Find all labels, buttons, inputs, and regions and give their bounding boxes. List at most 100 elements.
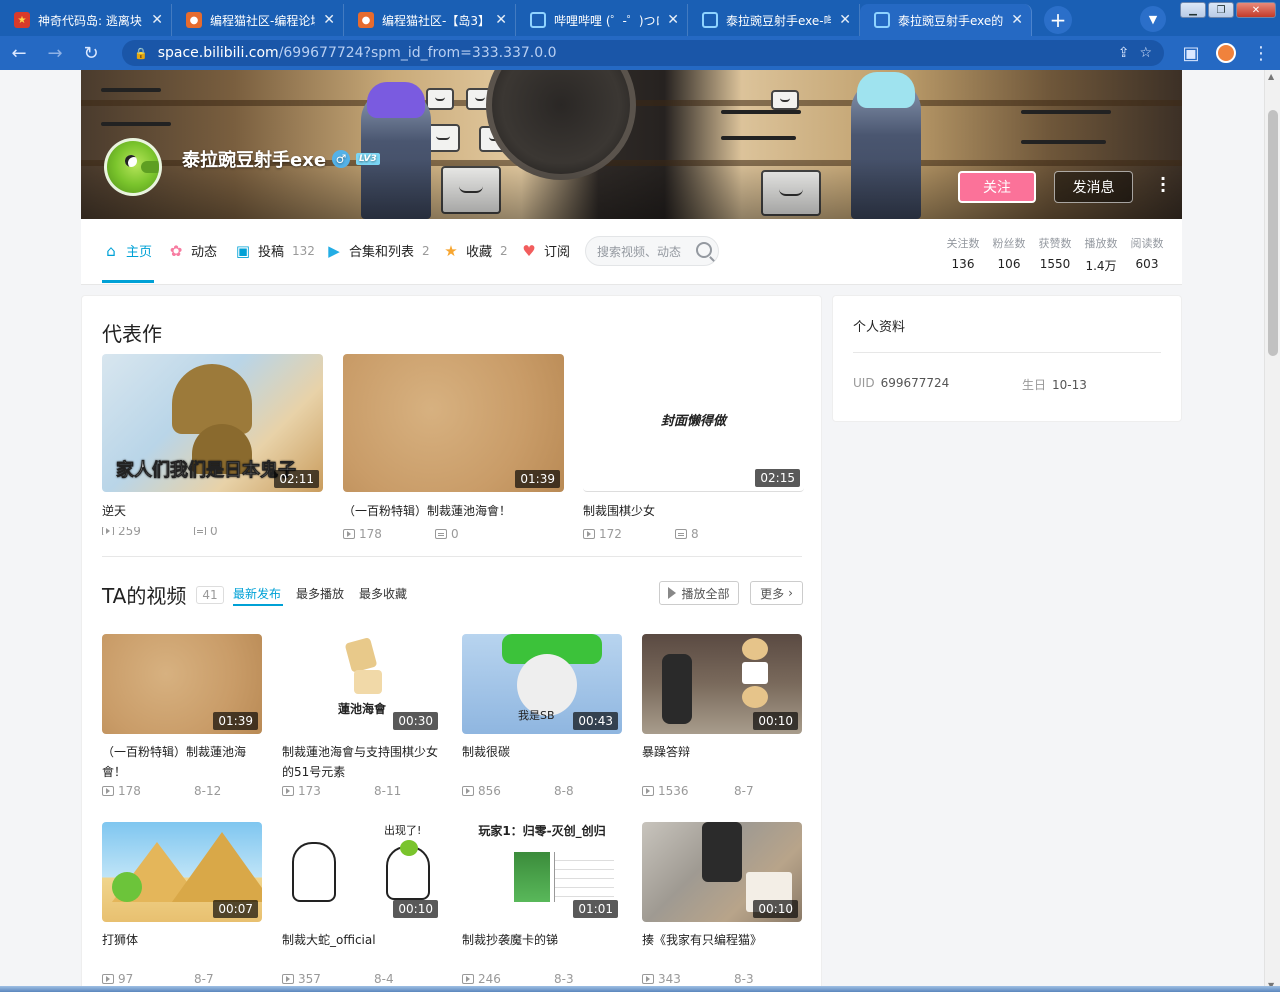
close-icon[interactable]: ✕ [839, 12, 851, 28]
search-icon[interactable] [696, 242, 712, 258]
stat-followers[interactable]: 粉丝数 106 [992, 235, 1026, 274]
codemao-favicon-icon: ● [186, 12, 202, 28]
cover-illustration [172, 364, 252, 434]
page-scrollbar[interactable]: ▲ ▼ [1264, 70, 1280, 992]
tab-most-played[interactable]: 最多播放 [296, 585, 344, 602]
close-icon[interactable]: ✕ [323, 12, 335, 28]
video-title[interactable]: 制裁很碳 [462, 742, 622, 782]
close-icon[interactable]: ✕ [151, 12, 163, 28]
video-cover[interactable]: 出现了! 00:10 [282, 822, 442, 922]
cover-illustration [742, 638, 768, 660]
close-icon[interactable]: ✕ [667, 12, 679, 28]
scrollbar-thumb[interactable] [1268, 110, 1278, 356]
browser-tab[interactable]: ● 编程猫社区-编程论坛 ✕ [172, 4, 344, 36]
follow-button[interactable]: 关注 [958, 171, 1036, 203]
video-card[interactable]: 01:39 （一百粉特辑）制裁蓮池海會！ 178 8-12 [102, 634, 262, 798]
home-icon: ⌂ [106, 241, 116, 260]
video-duration: 02:11 [274, 470, 319, 488]
video-title[interactable]: 制裁抄袭魔卡的锑 [462, 930, 622, 970]
video-card[interactable]: 出现了! 00:10 制裁大蛇_official 357 8-4 [282, 822, 442, 986]
video-card[interactable]: 00:10 暴躁答辩 1536 8-7 [642, 634, 802, 798]
video-meta: 246 8-3 [462, 972, 622, 986]
nav-tab-count: 2 [422, 243, 430, 258]
nav-tab-subscriptions[interactable]: ♥ 订阅 [520, 241, 570, 261]
close-icon[interactable]: ✕ [495, 12, 507, 28]
masterpiece-card[interactable]: 封面懒得做 02:15 制裁围棋少女 172 8 [583, 354, 804, 541]
video-card[interactable]: 我是SB 00:43 制裁很碳 856 8-8 [462, 634, 622, 798]
video-cover[interactable]: 蓮池海會 00:30 [282, 634, 442, 734]
video-title[interactable]: 制裁围棋少女 [583, 502, 804, 519]
play-all-button[interactable]: 播放全部 [659, 581, 739, 605]
chevron-down-icon[interactable]: ▼ [1140, 6, 1166, 32]
stat-following[interactable]: 关注数 136 [946, 235, 980, 274]
video-title[interactable]: 揍《我家有只编程猫》 [642, 930, 802, 970]
nav-tab-uploads[interactable]: ▣ 投稿 132 [234, 241, 315, 261]
tab-most-favorited[interactable]: 最多收藏 [359, 585, 407, 602]
video-cover[interactable]: 玩家1：归零-灭创_创归 01:01 [462, 822, 622, 922]
video-cover[interactable]: 00:10 [642, 822, 802, 922]
nav-tab-favorites[interactable]: ★ 收藏 2 [442, 241, 507, 261]
share-icon[interactable]: ⇪ [1118, 45, 1130, 61]
kebab-menu-icon[interactable]: ⋮ [1252, 43, 1270, 64]
video-card[interactable]: 00:10 揍《我家有只编程猫》 343 8-3 [642, 822, 802, 986]
back-arrow-icon[interactable]: ← [10, 43, 28, 64]
cover-caption: 家人们我们是日本鬼子 [116, 460, 297, 482]
scroll-up-icon[interactable]: ▲ [1268, 72, 1274, 81]
video-cover[interactable]: 家人们我们是日本鬼子 02:11 [102, 354, 323, 492]
video-cover[interactable]: 01:39 [102, 634, 262, 734]
masterpiece-card[interactable]: 家人们我们是日本鬼子 02:11 逆天 259 0 [102, 354, 323, 535]
window-controls: ▁ ❐ ✕ [1180, 2, 1276, 18]
masterpiece-card[interactable]: 01:39 （一百粉特辑）制裁蓮池海會！ 178 0 [343, 354, 564, 541]
video-title[interactable]: 打狮体 [102, 930, 262, 970]
video-meta: 343 8-3 [642, 972, 802, 986]
nav-tab-home[interactable]: ⌂ 主页 [102, 241, 152, 261]
reload-icon[interactable]: ↻ [82, 43, 100, 64]
video-cover[interactable]: 00:10 [642, 634, 802, 734]
nav-tab-dynamic[interactable]: ✿ 动态 [167, 241, 217, 261]
video-card[interactable]: 蓮池海會 00:30 制裁蓮池海會与支持围棋少女的51号元素 173 8-11 [282, 634, 442, 798]
video-title[interactable]: 制裁大蛇_official [282, 930, 442, 970]
space-search-input[interactable]: 搜索视频、动态 [585, 236, 719, 266]
sidepanel-icon[interactable]: ▣ [1182, 43, 1200, 64]
maximize-icon[interactable]: ❐ [1208, 2, 1234, 18]
main-content: 代表作 家人们我们是日本鬼子 02:11 逆天 259 0 01:39 （一百粉… [81, 295, 822, 992]
video-cover[interactable]: 我是SB 00:43 [462, 634, 622, 734]
close-icon[interactable]: ✕ [1011, 12, 1023, 28]
video-title[interactable]: 暴躁答辩 [642, 742, 802, 782]
cover-illustration [354, 670, 382, 694]
video-duration: 01:01 [573, 900, 618, 918]
profile-avatar-icon[interactable] [1216, 43, 1236, 63]
url-path: /699677724?spm_id_from=333.337.0.0 [278, 45, 557, 61]
video-title[interactable]: 制裁蓮池海會与支持围棋少女的51号元素 [282, 742, 442, 782]
video-title[interactable]: （一百粉特辑）制裁蓮池海會！ [102, 742, 262, 782]
send-message-button[interactable]: 发消息 [1054, 171, 1133, 203]
more-options-icon[interactable]: · · · [1160, 171, 1166, 199]
more-videos-button[interactable]: 更多 › [750, 581, 803, 605]
video-cover[interactable]: 01:39 [343, 354, 564, 492]
minimize-icon[interactable]: ▁ [1180, 2, 1206, 18]
new-tab-button[interactable]: + [1044, 6, 1072, 34]
tab-title: 编程猫社区-【岛3】 [382, 13, 488, 28]
video-cover[interactable]: 封面懒得做 02:15 [583, 354, 804, 492]
browser-tab[interactable]: ★ 神奇代码岛: 逃离块 ✕ [0, 4, 172, 36]
avatar[interactable] [104, 138, 162, 196]
browser-tab[interactable]: 哔哩哔哩 (゜-゜)つロ ✕ [516, 4, 688, 36]
url-input[interactable]: 🔒 space.bilibili.com/699677724?spm_id_fr… [122, 40, 1164, 66]
browser-tab[interactable]: 泰拉豌豆射手exe-哔 ✕ [688, 4, 860, 36]
video-cover[interactable]: 00:07 [102, 822, 262, 922]
nav-tab-collections[interactable]: ▶ 合集和列表 2 [325, 241, 430, 261]
video-title[interactable]: （一百粉特辑）制裁蓮池海會！ [343, 502, 564, 519]
browser-tab[interactable]: ● 编程猫社区-【岛3】 ✕ [344, 4, 516, 36]
window-close-icon[interactable]: ✕ [1236, 2, 1276, 18]
video-card[interactable]: 00:07 打狮体 97 8-7 [102, 822, 262, 986]
forward-arrow-icon[interactable]: → [46, 43, 64, 64]
stat-likes: 获赞数 1550 [1038, 237, 1072, 271]
browser-tab-active[interactable]: 泰拉豌豆射手exe的 ✕ [860, 4, 1032, 36]
video-card[interactable]: 玩家1：归零-灭创_创归 01:01 制裁抄袭魔卡的锑 246 8-3 [462, 822, 622, 986]
tab-latest[interactable]: 最新发布 [233, 585, 281, 602]
video-title[interactable]: 逆天 [102, 502, 323, 519]
bookmark-star-icon[interactable]: ☆ [1139, 45, 1152, 61]
chevron-right-icon: › [788, 586, 793, 600]
rifle-decoration [721, 110, 801, 114]
video-date: 8-3 [554, 972, 574, 986]
